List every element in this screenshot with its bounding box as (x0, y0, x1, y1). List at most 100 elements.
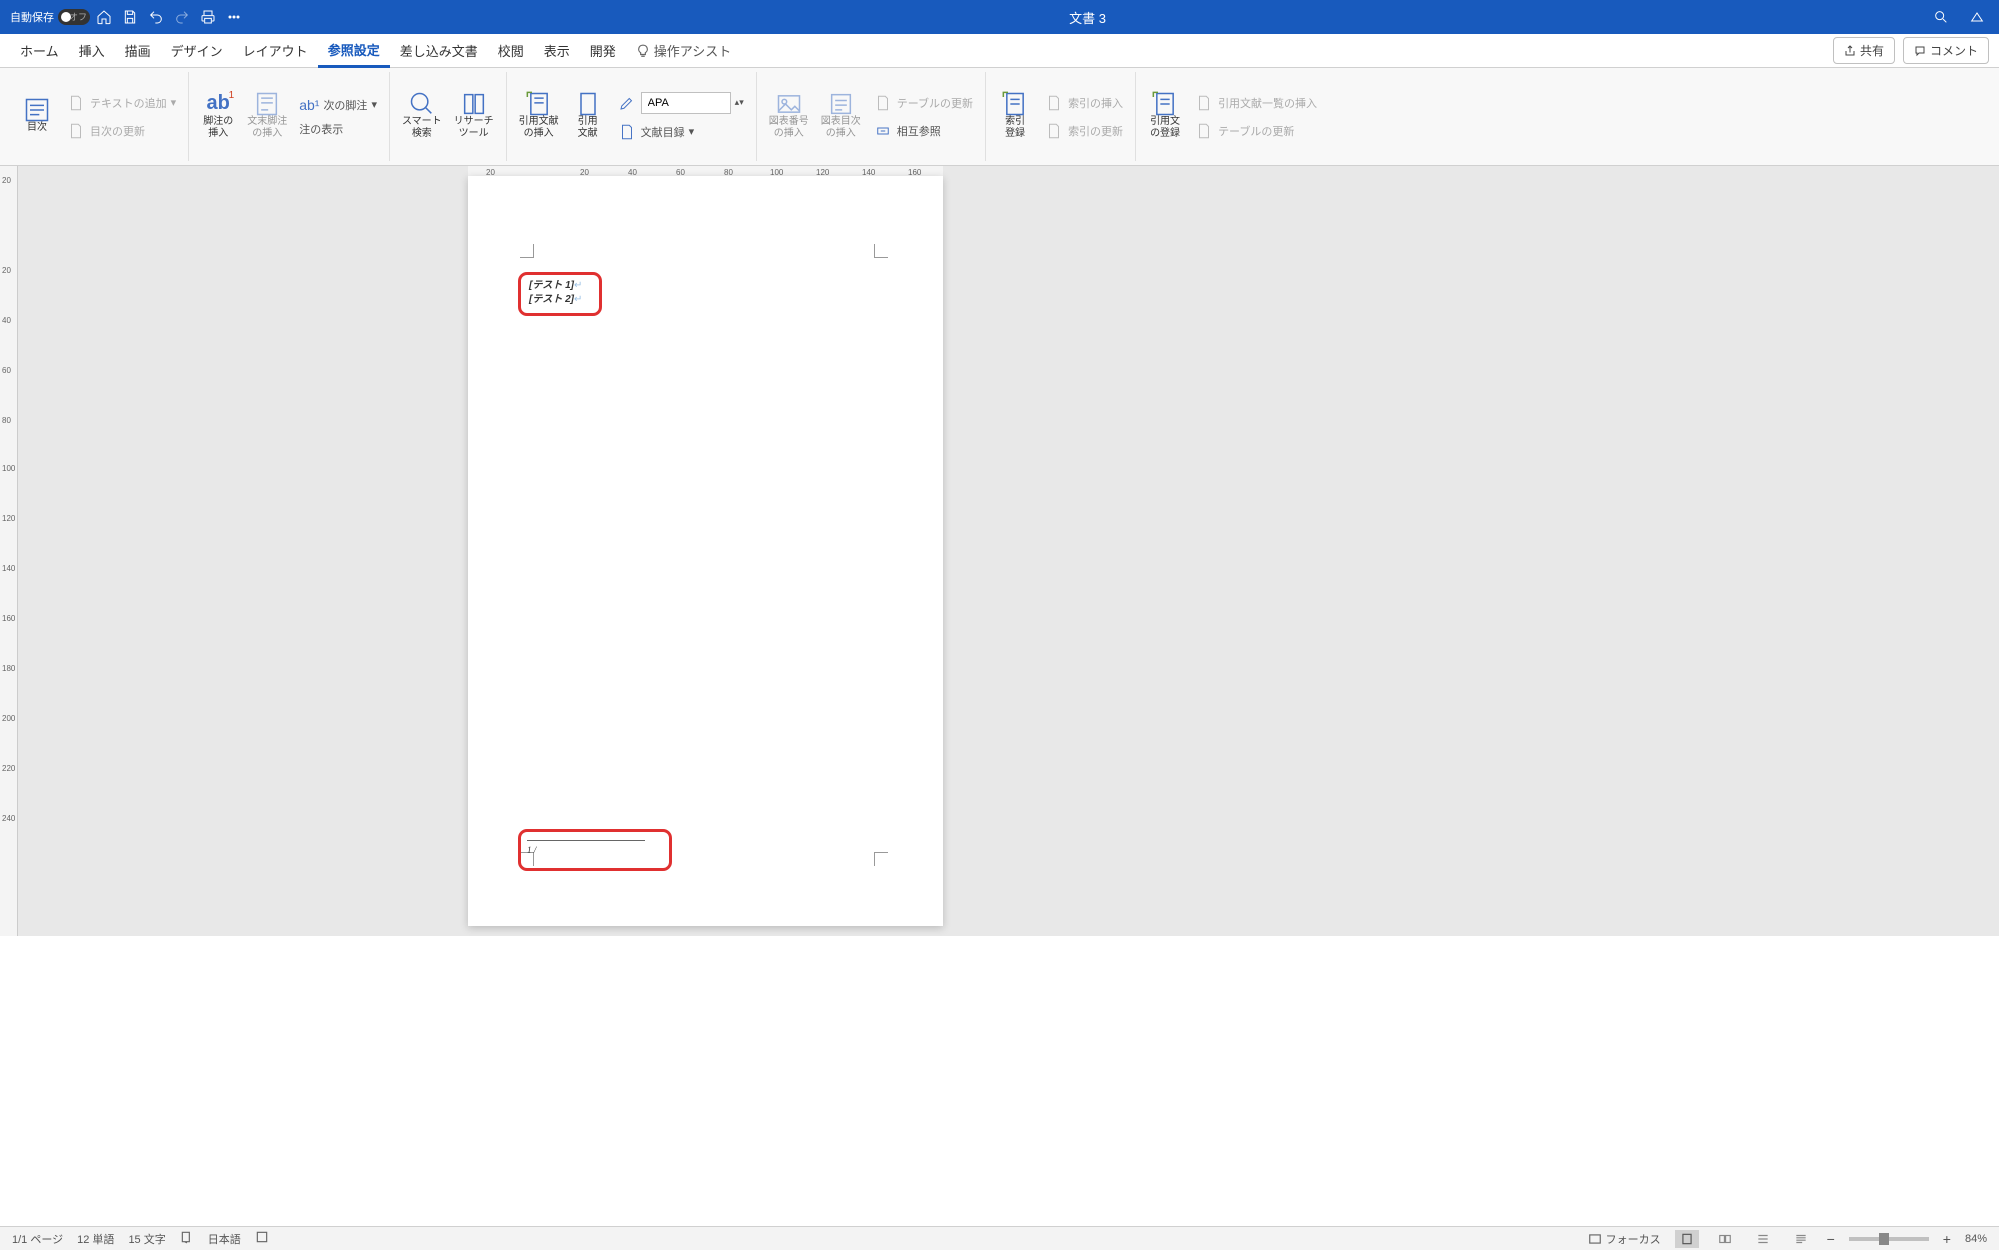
status-bar: 1/1 ページ 12 単語 15 文字 日本語 フォーカス − + 84% (0, 1226, 1999, 1250)
search-icon[interactable] (1929, 5, 1953, 29)
share-button[interactable]: 共有 (1833, 37, 1895, 64)
citation-style-select[interactable]: ▴▾ (613, 90, 748, 116)
update-table-button[interactable]: テーブルの更新 (869, 91, 977, 115)
footnote-icon: ab 1 (208, 94, 228, 114)
smart-lookup-button[interactable]: スマート 検索 (398, 90, 446, 144)
focus-mode-button[interactable]: フォーカス (1588, 1231, 1661, 1247)
toc-button[interactable]: 目次 (16, 96, 58, 138)
ribbon-tabs: ホーム 挿入 描画 デザイン レイアウト 参照設定 差し込み文書 校閲 表示 開… (0, 34, 1999, 68)
document-page[interactable]: [テスト 1]↵ [テスト 2]↵ 1 / (468, 176, 943, 926)
research-tool-button[interactable]: リサーチ ツール (450, 90, 498, 144)
insert-index-button[interactable]: 索引の挿入 (1040, 91, 1127, 115)
char-count[interactable]: 15 文字 (128, 1231, 165, 1247)
update-authorities-button[interactable]: テーブルの更新 (1190, 119, 1321, 143)
document-icon (66, 121, 86, 141)
style-input[interactable] (641, 92, 731, 114)
autosave-label: 自動保存 (10, 9, 54, 25)
zoom-slider[interactable] (1849, 1237, 1929, 1241)
language-status[interactable]: 日本語 (208, 1231, 241, 1247)
group-citations: 引用文献 の挿入 引用 文献 ▴▾ 文献目録 ▾ (507, 72, 757, 161)
more-icon[interactable] (222, 5, 246, 29)
tell-me[interactable]: 操作アシスト (626, 34, 741, 68)
image-icon (779, 94, 799, 114)
print-layout-view-icon[interactable] (1675, 1230, 1699, 1248)
margin-corner-tl (520, 244, 534, 258)
next-footnote-button[interactable]: ab¹ 次の脚注 ▾ (295, 95, 381, 115)
home-icon[interactable] (92, 5, 116, 29)
tab-mailings[interactable]: 差し込み文書 (390, 34, 488, 68)
accessibility-icon[interactable] (255, 1230, 269, 1247)
zoom-in-button[interactable]: + (1943, 1231, 1951, 1247)
document-icon (66, 93, 86, 113)
tab-review[interactable]: 校閲 (488, 34, 534, 68)
tab-layout[interactable]: レイアウト (233, 34, 318, 68)
bibliography-button[interactable]: 文献目録 ▾ (613, 120, 748, 144)
autosave-toggle[interactable]: オフ (58, 9, 90, 25)
update-toc-button[interactable]: 目次の更新 (62, 119, 180, 143)
page-status[interactable]: 1/1 ページ (12, 1231, 63, 1247)
redo-icon[interactable] (170, 5, 194, 29)
authorities-icon (1155, 94, 1175, 114)
word-count[interactable]: 12 単語 (77, 1231, 114, 1247)
group-captions: 図表番号 の挿入 図表目次 の挿入 テーブルの更新 相互参照 (757, 72, 986, 161)
cross-reference-button[interactable]: 相互参照 (869, 119, 977, 143)
mark-citation-button[interactable]: 引用文 の登録 (1144, 90, 1186, 144)
document-canvas[interactable]: 20 20 40 60 80 100 120 140 160 20 20 40 … (0, 166, 1999, 936)
document-title: 文書 3 (246, 8, 1929, 27)
body-line-1[interactable]: [テスト 1]↵ (529, 279, 591, 293)
body-line-2[interactable]: [テスト 2]↵ (529, 293, 591, 307)
autosave-control[interactable]: 自動保存 オフ (10, 9, 90, 25)
group-authorities: 引用文 の登録 引用文献一覧の挿入 テーブルの更新 (1136, 72, 1329, 161)
tab-design[interactable]: デザイン (161, 34, 233, 68)
document-icon (1044, 121, 1064, 141)
manage-sources-button[interactable]: 引用 文献 (567, 90, 609, 144)
comment-button[interactable]: コメント (1903, 37, 1989, 64)
footnote-text[interactable]: 1 / (527, 845, 663, 855)
toc-icon (27, 100, 47, 120)
show-notes-button[interactable]: 注の表示 (295, 119, 381, 139)
print-icon[interactable] (196, 5, 220, 29)
footnote-separator (527, 840, 645, 841)
index-icon (1005, 94, 1025, 114)
update-index-button[interactable]: 索引の更新 (1040, 119, 1127, 143)
mark-index-button[interactable]: 索引 登録 (994, 90, 1036, 144)
draft-view-icon[interactable] (1789, 1230, 1813, 1248)
ribbon: 目次 テキストの追加 ▾ 目次の更新 ab 1 脚注の 挿入 文末脚注 の挿入 (0, 68, 1999, 166)
page-icon (578, 94, 598, 114)
citation-icon (529, 94, 549, 114)
tab-references[interactable]: 参照設定 (318, 34, 390, 68)
web-layout-view-icon[interactable] (1713, 1230, 1737, 1248)
search-circle-icon (412, 94, 432, 114)
tab-draw[interactable]: 描画 (115, 34, 161, 68)
document-icon (1194, 93, 1214, 113)
ribbon-options-icon[interactable] (1965, 5, 1989, 29)
spell-check-icon[interactable] (180, 1230, 194, 1247)
insert-endnote-button[interactable]: 文末脚注 の挿入 (243, 90, 291, 144)
outline-view-icon[interactable] (1751, 1230, 1775, 1248)
book-icon (464, 94, 484, 114)
zoom-out-button[interactable]: − (1827, 1231, 1835, 1247)
add-text-button[interactable]: テキストの追加 ▾ (62, 91, 180, 115)
document-icon (873, 93, 893, 113)
tab-view[interactable]: 表示 (534, 34, 580, 68)
vertical-ruler[interactable]: 20 20 40 60 80 100 120 140 160 180 200 2… (0, 166, 18, 936)
tab-home[interactable]: ホーム (10, 34, 69, 68)
insert-citation-button[interactable]: 引用文献 の挿入 (515, 90, 563, 144)
link-icon (873, 121, 893, 141)
save-icon[interactable] (118, 5, 142, 29)
group-footnotes: ab 1 脚注の 挿入 文末脚注 の挿入 ab¹ 次の脚注 ▾ 注の表示 (189, 72, 390, 161)
body-highlight: [テスト 1]↵ [テスト 2]↵ (518, 272, 602, 316)
margin-corner-tr (874, 244, 888, 258)
undo-icon[interactable] (144, 5, 168, 29)
insert-caption-button[interactable]: 図表番号 の挿入 (765, 90, 813, 144)
zoom-level[interactable]: 84% (1965, 1233, 1987, 1245)
insert-tof-button[interactable]: 図表目次 の挿入 (817, 90, 865, 144)
endnote-icon (257, 94, 277, 114)
insert-authorities-button[interactable]: 引用文献一覧の挿入 (1190, 91, 1321, 115)
document-icon (617, 122, 637, 142)
tab-insert[interactable]: 挿入 (69, 34, 115, 68)
insert-footnote-button[interactable]: ab 1 脚注の 挿入 (197, 90, 239, 144)
list-icon (831, 94, 851, 114)
pencil-icon (617, 93, 637, 113)
tab-developer[interactable]: 開発 (580, 34, 626, 68)
